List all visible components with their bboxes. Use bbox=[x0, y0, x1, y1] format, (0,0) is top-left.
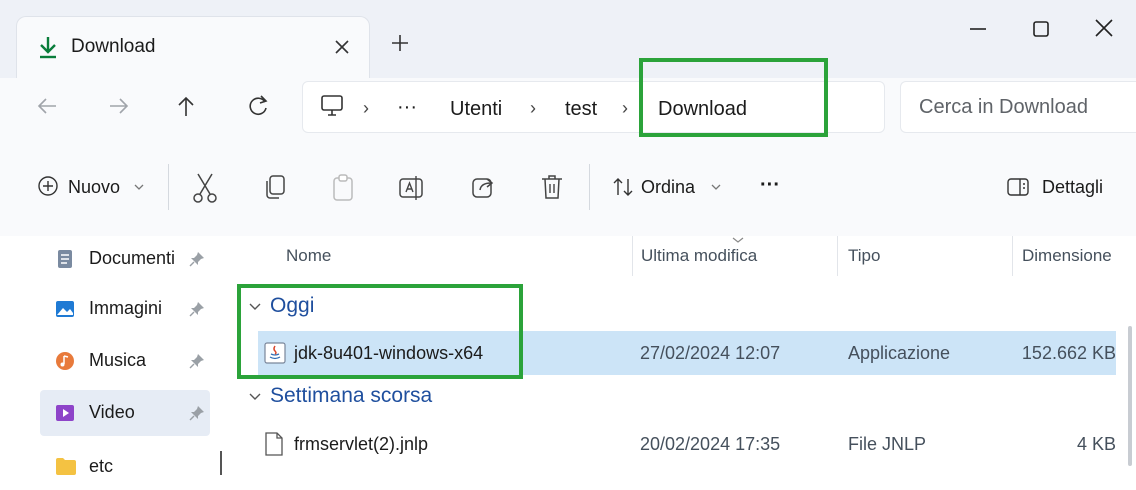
file-name: frmservlet(2).jnlp bbox=[294, 434, 429, 454]
breadcrumb-chevron-icon: › bbox=[530, 98, 536, 118]
sort-indicator-icon bbox=[732, 236, 744, 244]
search-box[interactable]: Cerca in Download bbox=[900, 81, 1136, 133]
search-input[interactable]: Cerca in Download bbox=[919, 96, 1088, 119]
address-row: › ··· Utenti › test › Download Cerca in … bbox=[0, 78, 1136, 140]
paste-icon[interactable] bbox=[330, 173, 356, 203]
group-name: Settimana scorsa bbox=[270, 384, 433, 407]
navigation-pane: Documenti Immagini Musica Video etc bbox=[0, 236, 234, 476]
sidebar-item-label: Video bbox=[89, 402, 135, 422]
column-divider[interactable] bbox=[632, 236, 633, 276]
sidebar-item-label: Immagini bbox=[89, 298, 163, 318]
title-bar: Download bbox=[0, 0, 1136, 78]
pin-icon bbox=[189, 301, 205, 317]
file-icon bbox=[264, 432, 284, 456]
rename-icon[interactable] bbox=[397, 173, 425, 203]
sort-icon bbox=[611, 176, 635, 198]
sort-button[interactable]: Ordina bbox=[605, 166, 735, 208]
file-modified: 27/02/2024 12:07 bbox=[640, 343, 781, 363]
toolbar-divider bbox=[589, 164, 590, 210]
pin-icon bbox=[189, 353, 205, 369]
column-header-name[interactable]: Nome bbox=[286, 246, 331, 266]
column-divider[interactable] bbox=[1012, 236, 1013, 276]
sidebar-item-label: Musica bbox=[89, 350, 147, 370]
up-arrow-icon[interactable] bbox=[168, 88, 204, 124]
breadcrumb-chevron-icon: › bbox=[622, 98, 628, 118]
pin-icon bbox=[189, 405, 205, 421]
minimize-button[interactable] bbox=[960, 14, 996, 44]
folder-icon bbox=[55, 457, 77, 475]
details-pane-icon bbox=[1006, 177, 1030, 197]
file-type: File JNLP bbox=[848, 434, 927, 454]
highlight-box-breadcrumb bbox=[639, 58, 828, 137]
details-button[interactable]: Dettagli bbox=[1000, 166, 1120, 208]
cut-icon[interactable] bbox=[190, 172, 220, 204]
breadcrumb-ellipsis[interactable]: ··· bbox=[397, 96, 417, 119]
tab-download[interactable]: Download bbox=[16, 16, 370, 78]
sidebar-item-label: Documenti bbox=[89, 248, 176, 268]
sidebar-item-label: etc bbox=[89, 456, 114, 476]
tab-close-icon[interactable] bbox=[327, 32, 357, 62]
maximize-button[interactable] bbox=[1023, 14, 1059, 44]
new-label: Nuovo bbox=[68, 177, 121, 197]
sidebar-item-documenti[interactable]: Documenti bbox=[40, 236, 210, 282]
breadcrumb-test[interactable]: test bbox=[565, 98, 597, 121]
column-header-type[interactable]: Tipo bbox=[848, 246, 880, 266]
chevron-down-icon bbox=[134, 183, 144, 191]
sort-label: Ordina bbox=[641, 177, 696, 197]
column-header-size[interactable]: Dimensione bbox=[1022, 246, 1112, 266]
more-options-button[interactable]: ··· bbox=[760, 174, 780, 197]
share-icon[interactable] bbox=[469, 173, 497, 201]
download-icon bbox=[37, 35, 59, 59]
toolbar-divider bbox=[168, 164, 169, 210]
file-row-jnlp[interactable]: frmservlet(2).jnlp 20/02/2024 17:35 File… bbox=[258, 422, 1116, 466]
copy-icon[interactable] bbox=[262, 173, 288, 201]
close-window-button[interactable] bbox=[1086, 12, 1122, 44]
sidebar-item-musica[interactable]: Musica bbox=[40, 338, 210, 384]
video-icon bbox=[55, 403, 75, 423]
content-area: Documenti Immagini Musica Video etc Nome… bbox=[0, 236, 1136, 476]
back-arrow-icon[interactable] bbox=[30, 88, 66, 124]
highlight-box-file bbox=[237, 284, 523, 379]
new-tab-button[interactable] bbox=[385, 28, 415, 58]
breadcrumb-chevron-icon: › bbox=[363, 98, 369, 118]
sidebar-item-etc[interactable]: etc bbox=[40, 444, 210, 490]
pictures-icon bbox=[55, 299, 75, 319]
pane-splitter[interactable] bbox=[220, 451, 222, 475]
column-divider[interactable] bbox=[837, 236, 838, 276]
command-bar: Nuovo Ordina ··· Dettagli bbox=[0, 140, 1136, 236]
plus-circle-icon bbox=[37, 175, 59, 197]
forward-arrow-icon[interactable] bbox=[100, 88, 136, 124]
sidebar-item-video[interactable]: Video bbox=[40, 390, 210, 436]
sidebar-item-immagini[interactable]: Immagini bbox=[40, 286, 210, 332]
scrollbar[interactable] bbox=[1128, 326, 1132, 466]
music-icon bbox=[55, 351, 75, 371]
file-size: 4 KB bbox=[1076, 434, 1116, 454]
details-label: Dettagli bbox=[1042, 177, 1104, 197]
file-modified: 20/02/2024 17:35 bbox=[640, 434, 781, 454]
chevron-down-icon bbox=[248, 392, 262, 402]
chevron-down-icon bbox=[711, 183, 721, 191]
file-size: 152.662 KB bbox=[1021, 343, 1116, 363]
trash-icon[interactable] bbox=[539, 173, 565, 201]
pin-icon bbox=[189, 251, 205, 267]
documents-icon bbox=[55, 249, 75, 269]
tab-title: Download bbox=[71, 36, 156, 57]
computer-icon bbox=[319, 93, 345, 119]
refresh-icon[interactable] bbox=[240, 88, 276, 124]
new-button[interactable]: Nuovo bbox=[30, 166, 152, 208]
group-header-last-week[interactable]: Settimana scorsa bbox=[248, 382, 508, 412]
file-type: Applicazione bbox=[848, 343, 951, 363]
column-header-modified[interactable]: Ultima modifica bbox=[641, 246, 757, 266]
breadcrumb-utenti[interactable]: Utenti bbox=[450, 98, 502, 121]
